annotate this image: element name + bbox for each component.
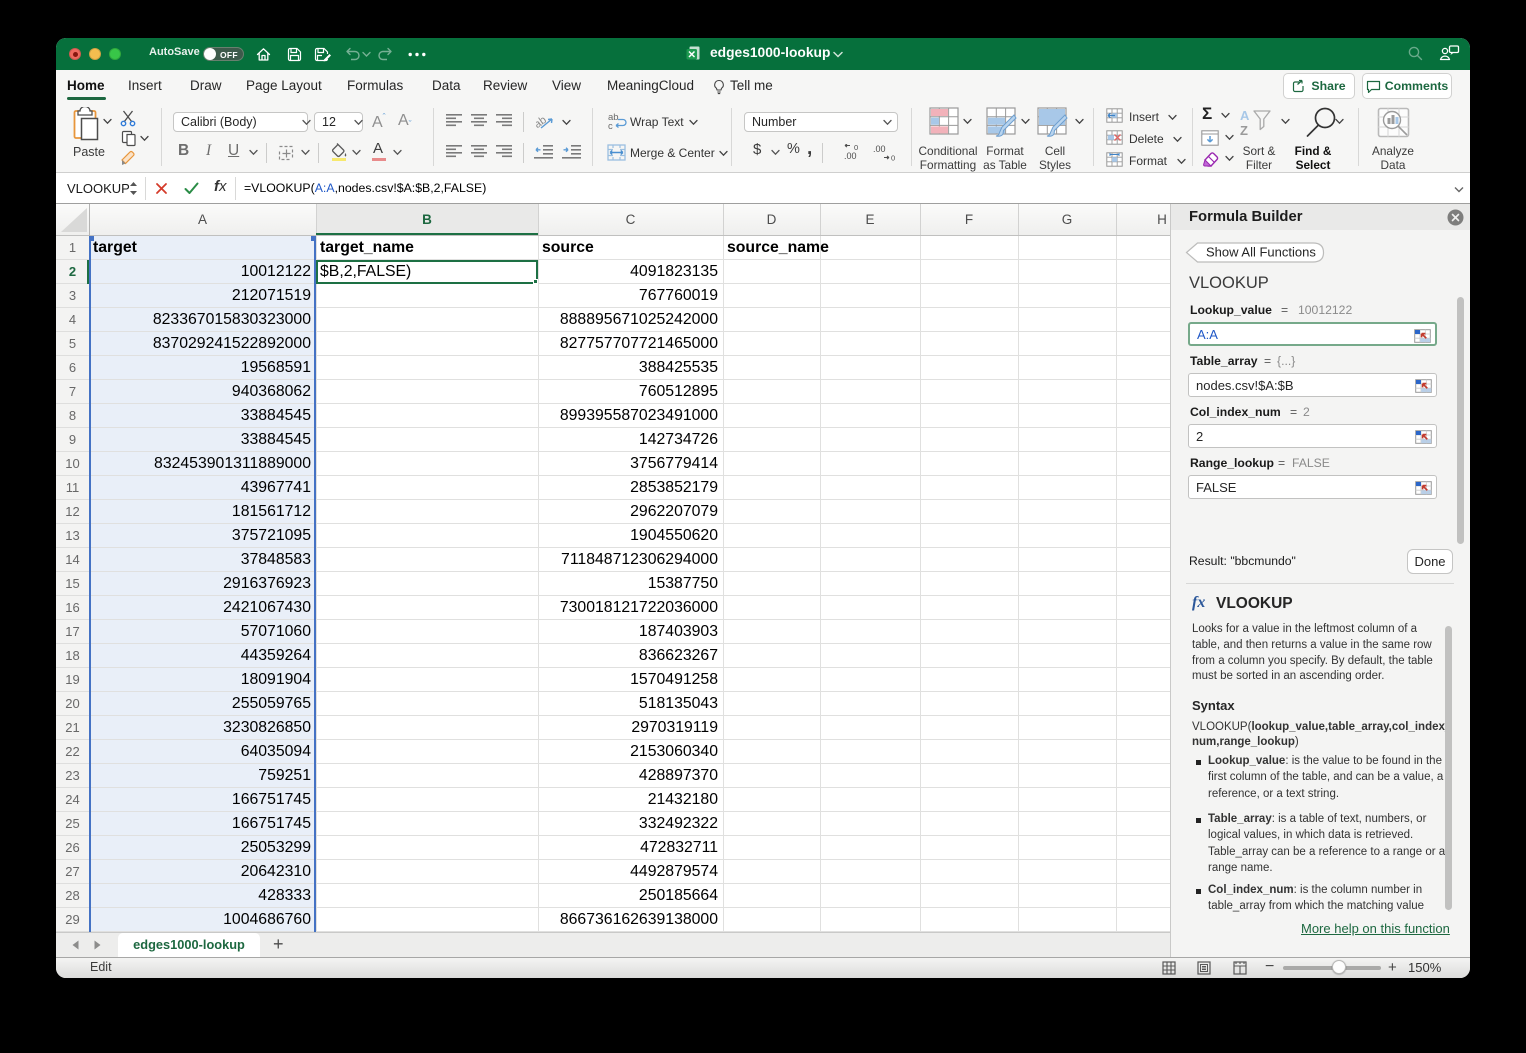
svg-text:.00: .00 <box>873 144 886 154</box>
svg-text:Z: Z <box>1240 123 1248 138</box>
svg-text:.00: .00 <box>844 151 857 161</box>
svg-text:c: c <box>608 121 613 131</box>
svg-text:Show All Functions: Show All Functions <box>1206 245 1316 260</box>
svg-text:0: 0 <box>891 154 895 162</box>
svg-text:A: A <box>1240 108 1250 123</box>
